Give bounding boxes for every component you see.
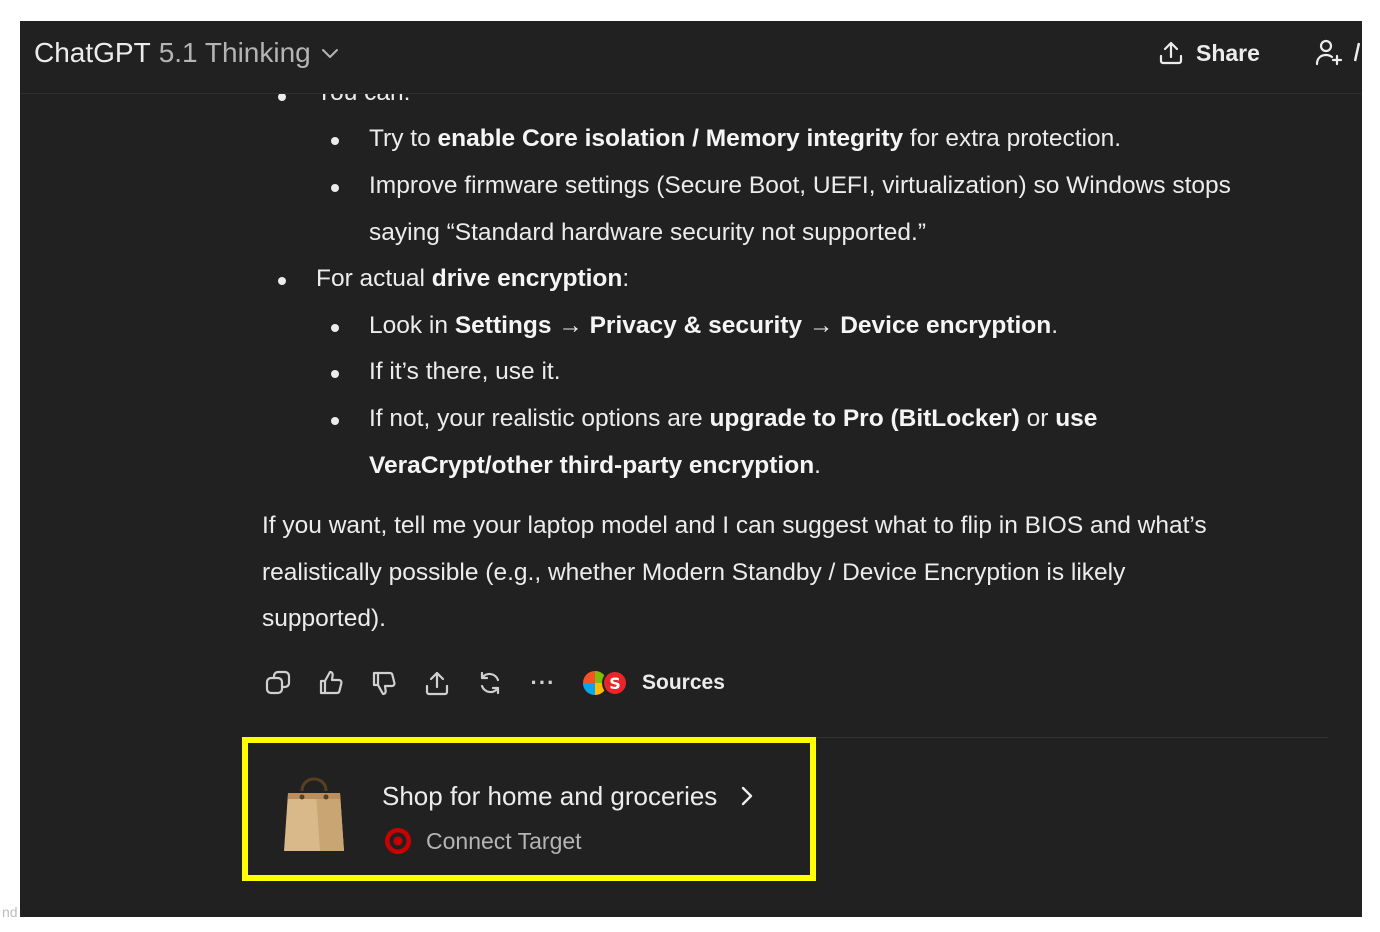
sources-label: Sources	[642, 671, 725, 694]
message-actions: ··· S Sources	[260, 661, 725, 705]
bullet	[331, 137, 339, 145]
list-item: If it’s there, use it.	[369, 358, 561, 385]
copy-icon	[265, 670, 291, 695]
refresh-icon	[480, 671, 500, 695]
bold-text: upgrade to Pro (BitLocker)	[709, 405, 1020, 432]
arrow-text: →	[551, 312, 590, 339]
text: For actual	[316, 265, 432, 292]
target-logo-icon	[385, 828, 411, 854]
bullet	[331, 370, 339, 378]
bullet	[331, 324, 339, 332]
arrow-text: →	[802, 312, 841, 339]
chevron-down-icon	[321, 49, 338, 58]
bullet	[331, 417, 339, 425]
card-title: Shop for home and groceries	[382, 781, 718, 811]
share-label: Share	[1196, 39, 1260, 66]
model-version: 5.1 Thinking	[158, 37, 311, 68]
text: or	[1019, 405, 1056, 432]
text: Look in	[369, 312, 455, 339]
list-item: Try to enable Core isolation / Memory in…	[369, 125, 1121, 153]
top-bar: ChatGPT 5.1 Thinking Share	[20, 21, 1362, 94]
share-button[interactable]: Share	[1158, 35, 1260, 71]
list-item: Look in Settings → Privacy & security → …	[369, 312, 1058, 340]
paragraph-line: If you want, tell me your laptop model a…	[262, 512, 1207, 539]
stray-text: nd	[2, 904, 18, 920]
share-icon	[1159, 41, 1183, 65]
divider	[810, 737, 1328, 738]
add-people-button[interactable]	[1314, 35, 1350, 71]
paragraph-line: realistically possible (e.g., whether Mo…	[262, 559, 1126, 586]
edge-icon-fragment	[1354, 42, 1360, 62]
share-icon	[425, 671, 449, 696]
share-response-button[interactable]	[419, 665, 455, 701]
text: :	[622, 265, 630, 292]
shop-suggestion-card[interactable]: Shop for home and groceries Connect Targ…	[242, 737, 816, 881]
bad-response-button[interactable]	[366, 665, 402, 701]
bullet	[278, 93, 286, 101]
chat-window: You can: Try to enable Core isolation / …	[20, 21, 1362, 917]
add-user-icon	[1315, 39, 1343, 66]
bullet	[278, 277, 286, 285]
list-item-continued: VeraCrypt/other third-party encryption.	[369, 452, 821, 480]
sources-button[interactable]: S Sources	[582, 669, 725, 697]
more-icon: ···	[530, 670, 556, 695]
thumbs-down-icon	[372, 671, 396, 696]
text: .	[814, 452, 821, 479]
regenerate-button[interactable]	[472, 665, 508, 701]
chevron-right-icon	[741, 786, 753, 806]
bold-text: Privacy & security	[589, 312, 803, 339]
copy-button[interactable]	[260, 665, 296, 701]
text: If not, your realistic options are	[369, 405, 710, 432]
list-item: For actual drive encryption:	[316, 265, 629, 293]
list-item: If not, your realistic options are upgra…	[369, 405, 1097, 433]
list-item: Improve firmware settings (Secure Boot, …	[369, 172, 1231, 199]
thumbs-up-icon	[319, 670, 343, 695]
list-item-continued: saying “Standard hardware security not s…	[369, 219, 926, 246]
text: for extra protection.	[903, 125, 1122, 152]
model-selector[interactable]: ChatGPT 5.1 Thinking	[34, 35, 339, 71]
text: Try to	[369, 125, 438, 152]
bold-text: use	[1055, 405, 1098, 432]
bold-text: VeraCrypt/other third-party encryption	[369, 452, 815, 479]
text: .	[1051, 312, 1059, 339]
bold-text: enable Core isolation / Memory integrity	[437, 125, 904, 152]
bold-text: Device encryption	[840, 312, 1052, 339]
bold-text: Settings	[454, 312, 552, 339]
bold-text: drive encryption	[431, 265, 623, 292]
more-actions-button[interactable]: ···	[525, 665, 561, 701]
shopping-bag-icon	[284, 777, 344, 851]
bullet	[331, 184, 339, 192]
good-response-button[interactable]	[313, 665, 349, 701]
sources-favicons-icon: S	[583, 670, 628, 696]
svg-text:S: S	[609, 674, 621, 693]
card-subtitle: Connect Target	[426, 828, 582, 854]
app-name: ChatGPT	[34, 37, 151, 68]
paragraph-line: supported).	[262, 605, 386, 632]
